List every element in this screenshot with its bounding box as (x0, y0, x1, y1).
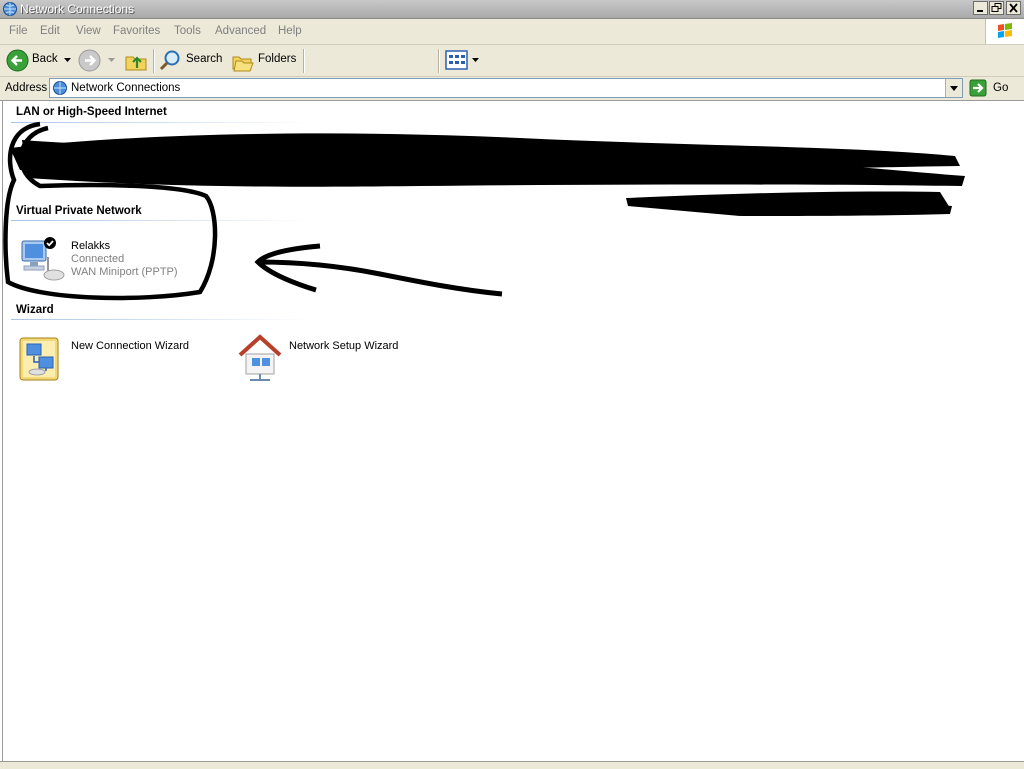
go-arrow-icon (969, 79, 987, 97)
address-label: Address (5, 82, 48, 94)
views-dropdown-icon[interactable] (472, 58, 479, 63)
chevron-down-icon (950, 86, 958, 91)
folders-label: Folders (258, 53, 297, 65)
address-dropdown-button[interactable] (945, 79, 962, 97)
window-title: Network Connections (20, 2, 135, 16)
menu-view[interactable]: View (76, 25, 101, 37)
address-bar: Address Network Connections Go (0, 77, 1024, 101)
new-connection-wizard-icon (19, 337, 59, 381)
back-button[interactable]: Back (4, 45, 76, 76)
toolbar: Back Search Folders (0, 45, 1024, 115)
address-input[interactable]: Network Connections (49, 78, 963, 98)
back-label: Back (32, 53, 58, 65)
toolbar-separator (303, 49, 305, 73)
menu-edit[interactable]: Edit (40, 25, 60, 37)
folders-icon (232, 56, 254, 72)
minimize-icon (977, 10, 983, 12)
toolbar-separator (153, 49, 155, 73)
group-title-vpn: Virtual Private Network (16, 205, 142, 217)
menu-file[interactable]: File (9, 25, 28, 37)
search-icon (159, 50, 180, 71)
home-network-icon (238, 334, 282, 381)
windows-flag-icon (998, 23, 1012, 38)
group-title-wizard: Wizard (16, 304, 54, 316)
windows-logo (985, 19, 1024, 44)
address-value: Network Connections (71, 82, 181, 94)
go-label: Go (993, 82, 1009, 94)
search-button[interactable]: Search (158, 45, 224, 76)
restore-icon (991, 3, 1002, 12)
forward-dropdown-icon[interactable] (108, 58, 115, 63)
forward-button[interactable] (77, 45, 119, 76)
views-button[interactable] (444, 45, 480, 76)
group-divider (11, 122, 311, 123)
network-setup-wizard-label: Network Setup Wizard (289, 340, 399, 352)
menu-bar: File Edit View Favorites Tools Advanced … (0, 19, 1024, 45)
folders-button[interactable]: Folders (230, 45, 298, 76)
menu-advanced[interactable]: Advanced (215, 25, 266, 37)
go-button[interactable]: Go (968, 78, 1020, 98)
views-icon (445, 50, 468, 70)
menu-tools[interactable]: Tools (174, 25, 201, 37)
vpn-status: Connected (71, 253, 125, 265)
back-dropdown-icon[interactable] (64, 58, 71, 63)
vpn-device: WAN Miniport (PPTP) (71, 266, 178, 278)
group-divider (11, 220, 311, 221)
title-bar[interactable]: Network Connections (0, 0, 1024, 19)
search-label: Search (186, 53, 223, 65)
up-folder-button[interactable] (123, 45, 149, 76)
vpn-name: Relakks (71, 240, 111, 252)
menu-help[interactable]: Help (278, 25, 302, 37)
back-arrow-icon (6, 49, 29, 72)
forward-arrow-icon (78, 49, 101, 72)
network-globe-icon (53, 81, 67, 95)
group-title-lan: LAN or High-Speed Internet (16, 106, 167, 118)
folder-up-icon (125, 56, 147, 71)
close-button[interactable] (1006, 1, 1021, 15)
content-pane: LAN or High-Speed Internet Virtual Priva… (2, 101, 1023, 761)
close-icon (1009, 3, 1018, 13)
toolbar-separator (438, 49, 440, 73)
new-connection-wizard-label: New Connection Wizard (71, 340, 189, 352)
network-globe-icon (3, 2, 17, 16)
menu-favorites[interactable]: Favorites (113, 25, 160, 37)
vpn-computer-icon (21, 237, 65, 281)
restore-button[interactable] (989, 1, 1004, 15)
minimize-button[interactable] (973, 1, 988, 15)
group-divider (11, 319, 311, 320)
